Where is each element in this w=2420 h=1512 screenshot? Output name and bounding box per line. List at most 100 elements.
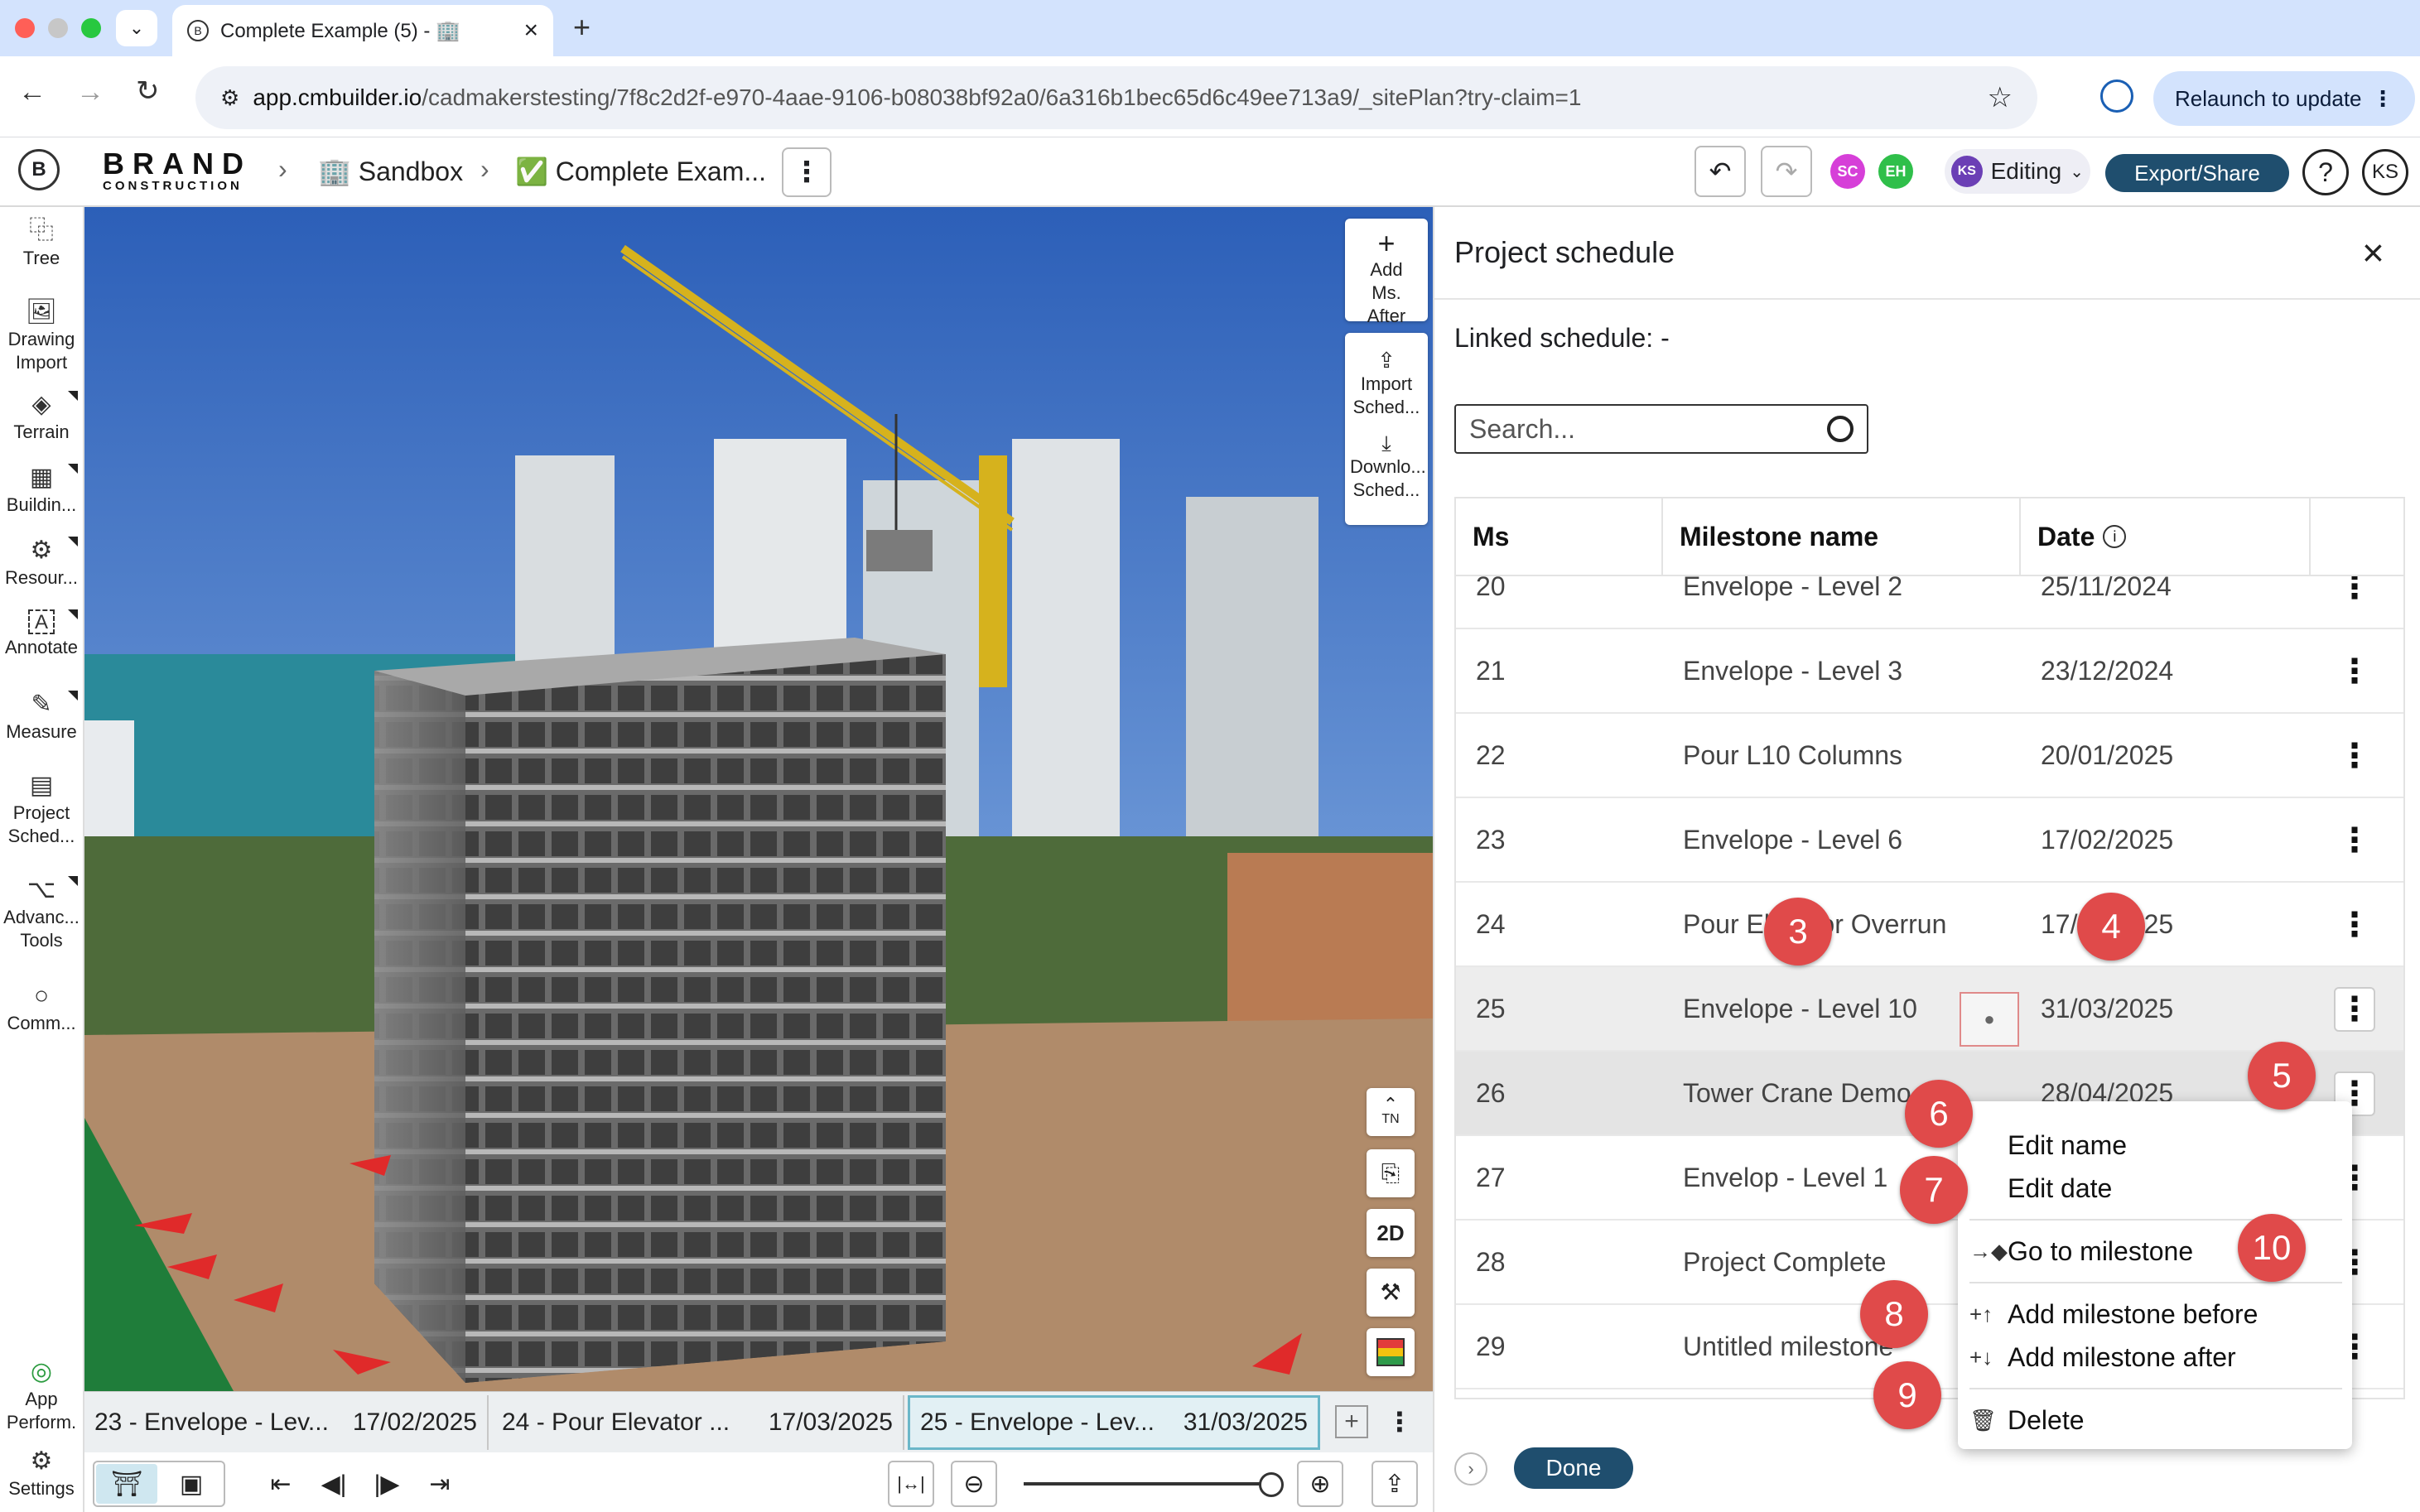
table-row[interactable]: 21 Envelope - Level 3 23/12/2024 ⋮: [1456, 629, 2403, 714]
schedule-search-input[interactable]: Search...: [1454, 404, 1868, 454]
milestone-number: 25: [1476, 993, 1506, 1023]
rail-building[interactable]: ▦ Buildin...: [0, 464, 83, 517]
menu-add-milestone-after[interactable]: +↓ Add milestone after: [1958, 1336, 2352, 1378]
row-menu-icon[interactable]: ⋮: [2334, 576, 2375, 609]
undo-button[interactable]: ↶: [1694, 146, 1746, 197]
row-menu-icon[interactable]: ⋮: [2334, 903, 2375, 947]
maximize-window-button[interactable]: [81, 18, 101, 38]
zoom-slider-thumb[interactable]: [1259, 1472, 1284, 1497]
close-window-button[interactable]: [15, 18, 35, 38]
table-row[interactable]: 24Pour Elevator Overrun17/03/2025⋮: [1456, 883, 2403, 967]
jump-to-end-icon[interactable]: ⇥: [419, 1461, 460, 1507]
minimize-window-button[interactable]: [48, 18, 68, 38]
date-drag-handle[interactable]: ●: [1960, 992, 2019, 1047]
breadcrumb-project[interactable]: ✅ Complete Exam...: [515, 156, 766, 187]
export-share-button[interactable]: Export/Share: [2105, 154, 2289, 192]
timeline-menu-icon[interactable]: ⋮: [1381, 1404, 1418, 1440]
rail-terrain[interactable]: ◈ Terrain: [0, 391, 83, 444]
close-tab-icon[interactable]: ×: [523, 17, 538, 45]
rail-measure[interactable]: ✎ Measure: [0, 691, 83, 744]
table-row[interactable]: 20 Envelope - Level 2 25/11/2024 ⋮: [1456, 576, 2403, 629]
collapse-panel-icon[interactable]: ›: [1454, 1452, 1487, 1486]
url-text: app.cmbuilder.io/cadmakerstesting/7f8c2d…: [253, 84, 1582, 110]
rail-resources[interactable]: ⚙ Resour...: [0, 537, 83, 590]
tab-search-chevron-icon[interactable]: ⌄: [116, 10, 157, 46]
linked-schedule-text: Linked schedule: -: [1454, 323, 1670, 353]
relaunch-to-update-button[interactable]: Relaunch to update ⋮: [2153, 71, 2415, 126]
add-milestone-after-button[interactable]: + Add Ms. After: [1345, 219, 1428, 326]
forward-icon[interactable]: →: [76, 76, 104, 108]
column-header-name[interactable]: Milestone name: [1663, 498, 2021, 575]
app-logo-icon[interactable]: B: [18, 149, 60, 190]
rail-drawing-import[interactable]: 🖼 Drawing Import: [0, 298, 83, 374]
help-button[interactable]: ?: [2302, 149, 2349, 195]
done-button[interactable]: Done: [1514, 1447, 1633, 1489]
reload-icon[interactable]: ↻: [136, 75, 160, 108]
more-menu-icon[interactable]: ⋮: [2372, 86, 2393, 112]
close-icon[interactable]: ×: [2362, 234, 2384, 272]
timeline-milestone[interactable]: 24 - Pour Elevator ... 17/03/2025: [492, 1395, 904, 1450]
info-icon[interactable]: i: [2103, 525, 2127, 548]
download-schedule-button[interactable]: ⤓ Downlo... Sched...: [1345, 419, 1428, 502]
presentation-icon[interactable]: ▣: [161, 1464, 222, 1504]
redo-button[interactable]: ↷: [1761, 146, 1812, 197]
user-avatar: KS: [1951, 156, 1983, 187]
export-video-icon[interactable]: ⇪: [1371, 1461, 1418, 1507]
camera-icon: ⎘: [1381, 1160, 1400, 1186]
menu-edit-name[interactable]: Edit name: [1958, 1124, 2352, 1166]
breadcrumb-sandbox[interactable]: 🏢 Sandbox: [318, 156, 463, 187]
construction-view-icon[interactable]: ⛩: [96, 1464, 157, 1504]
camera-views-button[interactable]: ⎘: [1367, 1149, 1415, 1197]
row-menu-icon[interactable]: ⋮: [2334, 818, 2375, 863]
row-menu-icon[interactable]: ⋮: [2334, 649, 2375, 694]
back-icon[interactable]: ←: [18, 76, 46, 108]
column-header-date[interactable]: Date i: [2021, 498, 2311, 575]
browser-tab[interactable]: B Complete Example (5) - 🏢 ×: [172, 5, 553, 56]
walk-mode-button[interactable]: ⚒: [1367, 1269, 1415, 1317]
rail-app-performance[interactable]: ◎ App Perform.: [0, 1358, 83, 1434]
timeline-milestone[interactable]: 23 - Envelope - Lev... 17/02/2025: [84, 1395, 489, 1450]
rail-tree[interactable]: ⿻ Tree: [0, 217, 83, 270]
jump-to-start-icon[interactable]: ⇤: [260, 1461, 301, 1507]
timeline-milestone-selected[interactable]: 25 - Envelope - Lev... 31/03/2025: [908, 1395, 1320, 1450]
view-2d-button[interactable]: 2D: [1367, 1209, 1415, 1257]
fit-width-icon[interactable]: |↔|: [888, 1461, 934, 1507]
previous-milestone-icon[interactable]: ◀|: [313, 1461, 354, 1507]
true-north-button[interactable]: ⌃ TN: [1367, 1088, 1415, 1136]
column-header-ms[interactable]: Ms: [1456, 498, 1663, 575]
bookmark-star-icon[interactable]: ☆: [1988, 81, 2013, 114]
profile-icon[interactable]: [2100, 79, 2133, 113]
new-tab-button[interactable]: +: [573, 10, 591, 45]
site-info-icon[interactable]: ⚙: [220, 85, 239, 111]
add-milestone-icon[interactable]: +: [1335, 1405, 1368, 1438]
table-row[interactable]: 23 Envelope - Level 6 17/02/2025 ⋮: [1456, 798, 2403, 883]
next-milestone-icon[interactable]: |▶: [366, 1461, 407, 1507]
zoom-slider-track[interactable]: [1024, 1482, 1272, 1486]
menu-delete[interactable]: 🗑 Delete: [1958, 1399, 2352, 1441]
rail-advanced-tools[interactable]: ⌥ Advanc... Tools: [0, 876, 83, 952]
table-row[interactable]: 22 Pour L10 Columns 20/01/2025 ⋮: [1456, 714, 2403, 798]
import-schedule-button[interactable]: ⇪ Import Sched...: [1345, 333, 1428, 419]
callout-marker: 4: [2077, 893, 2145, 961]
row-menu-icon[interactable]: ⋮: [2334, 734, 2375, 778]
project-menu-button[interactable]: ⋮: [782, 147, 832, 197]
rail-annotate[interactable]: A Annotate: [0, 609, 83, 659]
menu-edit-date[interactable]: Edit date: [1958, 1168, 2352, 1209]
rail-project-schedule[interactable]: ▤ Project Sched...: [0, 772, 83, 848]
zoom-in-icon[interactable]: ⊕: [1297, 1461, 1343, 1507]
terrain-icon: ◈: [31, 391, 51, 418]
collaborator-avatar[interactable]: SC: [1830, 154, 1865, 189]
profile-button[interactable]: KS: [2362, 149, 2408, 195]
callout-marker: 8: [1860, 1280, 1928, 1348]
row-menu-icon[interactable]: ⋮: [2334, 987, 2375, 1032]
rail-comments[interactable]: ○ Comm...: [0, 982, 83, 1035]
table-row[interactable]: 25 Envelope - Level 10 31/03/2025 ⋮: [1456, 967, 2403, 1052]
rail-settings[interactable]: ⚙ Settings: [0, 1447, 83, 1500]
layers-color-button[interactable]: [1367, 1328, 1415, 1376]
3d-viewport[interactable]: + Add Ms. After ⇪ Import Sched... ⤓ Down…: [84, 207, 1433, 1391]
address-bar[interactable]: ⚙ app.cmbuilder.io/cadmakerstesting/7f8c…: [195, 66, 2037, 129]
zoom-out-icon[interactable]: ⊖: [951, 1461, 997, 1507]
collaborator-avatar[interactable]: EH: [1878, 154, 1913, 189]
editing-mode-dropdown[interactable]: KS Editing ⌄: [1945, 149, 2090, 194]
menu-add-milestone-before[interactable]: +↑ Add milestone before: [1958, 1293, 2352, 1335]
